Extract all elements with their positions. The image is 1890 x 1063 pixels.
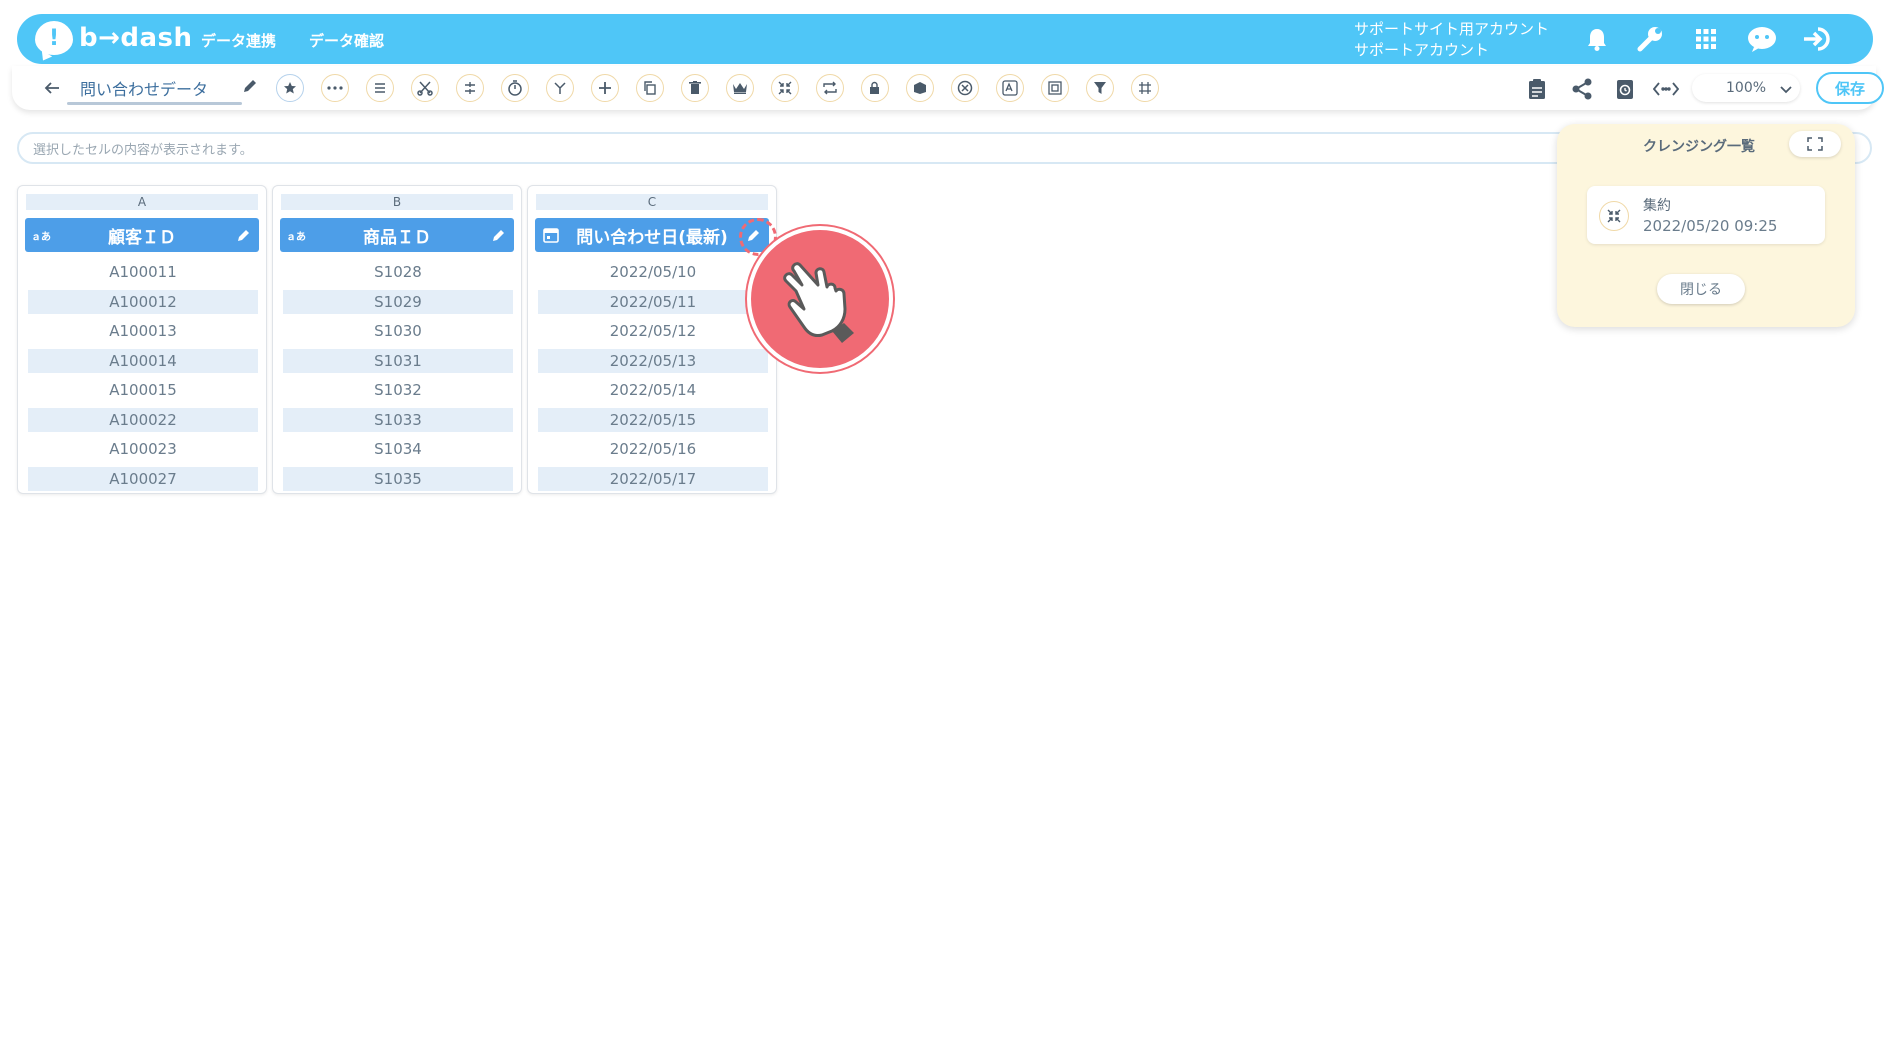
nav-data-integration[interactable]: データ連携	[201, 30, 276, 51]
close-button[interactable]: 閉じる	[1657, 274, 1745, 304]
table-cell[interactable]: 2022/05/12	[538, 319, 768, 343]
column-header-inquiry-date[interactable]: 問い合わせ日(最新)	[535, 218, 769, 252]
lock-icon[interactable]	[861, 74, 889, 102]
table-cell[interactable]: S1029	[283, 290, 513, 314]
text-type-icon: ａあ	[286, 232, 306, 243]
column-letter[interactable]: B	[281, 194, 513, 210]
edit-title-pencil-icon[interactable]	[242, 78, 258, 98]
edit-pencil-icon[interactable]	[237, 227, 251, 247]
table-cell[interactable]: S1031	[283, 349, 513, 373]
logout-icon[interactable]	[1801, 22, 1835, 56]
table-cell[interactable]: 2022/05/13	[538, 349, 768, 373]
table-cell[interactable]: S1033	[283, 408, 513, 432]
copy-icon[interactable]	[636, 74, 664, 102]
page-title[interactable]: 問い合わせデータ	[80, 76, 208, 100]
collapse-icon[interactable]	[771, 74, 799, 102]
table-cell[interactable]: 2022/05/10	[538, 260, 768, 284]
cleansing-item-name: 集約	[1643, 198, 1671, 214]
table-cell[interactable]: S1032	[283, 378, 513, 402]
grid-icon[interactable]	[1131, 74, 1159, 102]
column-name: 問い合わせ日(最新)	[576, 227, 728, 248]
translate-icon[interactable]	[996, 74, 1024, 102]
table-cell[interactable]: A100012	[28, 290, 258, 314]
cleansing-item-date: 2022/05/20 09:25	[1643, 217, 1778, 235]
repeat-icon[interactable]	[816, 74, 844, 102]
app-header: ! b→dash データ連携 データ確認 サポートサイト用アカウント サポートア…	[17, 14, 1873, 64]
code-icon[interactable]	[1653, 76, 1679, 102]
clipboard-icon[interactable]	[1524, 76, 1550, 102]
chat-bot-icon[interactable]	[1745, 22, 1779, 56]
text-type-icon: ａあ	[31, 232, 51, 243]
scissors-icon[interactable]	[411, 74, 439, 102]
table-cell[interactable]: A100027	[28, 467, 258, 491]
cell-content-placeholder: 選択したセルの内容が表示されます。	[33, 142, 253, 158]
table-cell[interactable]: 2022/05/11	[538, 290, 768, 314]
table-cell[interactable]: 2022/05/16	[538, 437, 768, 461]
trash-icon[interactable]	[681, 74, 709, 102]
column-b: B ａあ 商品ＩＤ S1028 S1029 S1030 S1031 S1032 …	[272, 185, 522, 494]
logo[interactable]: ! b→dash	[35, 21, 193, 55]
table-cell[interactable]: A100011	[28, 260, 258, 284]
edit-pencil-icon[interactable]	[492, 227, 506, 247]
zoom-value: 100%	[1726, 80, 1767, 96]
sort-icon[interactable]	[456, 74, 484, 102]
filter-icon[interactable]	[1086, 74, 1114, 102]
table-cell[interactable]: 2022/05/14	[538, 378, 768, 402]
bell-icon[interactable]	[1580, 22, 1614, 56]
account-info[interactable]: サポートサイト用アカウント サポートアカウント	[1354, 19, 1549, 61]
pointing-hand-icon	[747, 226, 893, 372]
expand-icon[interactable]	[1789, 131, 1841, 157]
title-underline	[67, 102, 242, 105]
calendar-type-icon	[543, 227, 559, 248]
save-button[interactable]: 保存	[1816, 72, 1884, 104]
logo-mark: !	[35, 21, 73, 55]
share-icon[interactable]	[1569, 76, 1595, 102]
cleansing-item[interactable]: 集約 2022/05/20 09:25	[1587, 186, 1825, 244]
crown-icon[interactable]	[726, 74, 754, 102]
table-cell[interactable]: S1028	[283, 260, 513, 284]
table-cell[interactable]: A100023	[28, 437, 258, 461]
list-icon[interactable]	[366, 74, 394, 102]
column-a: A ａあ 顧客ＩＤ A100011 A100012 A100013 A10001…	[17, 185, 267, 494]
history-icon[interactable]	[1612, 76, 1638, 102]
table-cell[interactable]: S1035	[283, 467, 513, 491]
column-letter[interactable]: C	[536, 194, 768, 210]
table-cell[interactable]: A100022	[28, 408, 258, 432]
apps-grid-icon[interactable]	[1689, 22, 1723, 56]
column-name: 商品ＩＤ	[363, 227, 431, 248]
collapse-icon	[1599, 201, 1629, 231]
table-cell[interactable]: S1034	[283, 437, 513, 461]
table-cell[interactable]: 2022/05/17	[538, 467, 768, 491]
toolbar: 問い合わせデータ 100% 保存	[12, 66, 1884, 110]
column-header-product-id[interactable]: ａあ 商品ＩＤ	[280, 218, 514, 252]
frame-icon[interactable]	[1041, 74, 1069, 102]
account-user: サポートアカウント	[1354, 41, 1490, 59]
table-cell[interactable]: 2022/05/15	[538, 408, 768, 432]
plus-icon[interactable]	[591, 74, 619, 102]
column-letter[interactable]: A	[26, 194, 258, 210]
nav-data-check[interactable]: データ確認	[309, 30, 384, 51]
cleansing-list-panel: クレンジング一覧 集約 2022/05/20 09:25 閉じる	[1557, 124, 1855, 327]
branch-icon[interactable]	[546, 74, 574, 102]
cancel-icon[interactable]	[951, 74, 979, 102]
star-icon[interactable]	[276, 74, 304, 102]
dots-icon[interactable]	[321, 74, 349, 102]
table-cell[interactable]: A100014	[28, 349, 258, 373]
box-icon[interactable]	[906, 74, 934, 102]
table-cell[interactable]: A100013	[28, 319, 258, 343]
panel-title: クレンジング一覧	[1643, 139, 1755, 155]
chevron-down-icon	[1780, 82, 1792, 98]
timer-icon[interactable]	[501, 74, 529, 102]
column-name: 顧客ＩＤ	[108, 227, 176, 248]
zoom-select[interactable]: 100%	[1692, 74, 1800, 102]
account-name: サポートサイト用アカウント	[1354, 20, 1550, 38]
wrench-icon[interactable]	[1633, 22, 1667, 56]
table-cell[interactable]: A100015	[28, 378, 258, 402]
column-header-customer-id[interactable]: ａあ 顧客ＩＤ	[25, 218, 259, 252]
logo-text: b→dash	[79, 23, 193, 53]
back-arrow-icon[interactable]	[40, 76, 64, 100]
table-cell[interactable]: S1030	[283, 319, 513, 343]
